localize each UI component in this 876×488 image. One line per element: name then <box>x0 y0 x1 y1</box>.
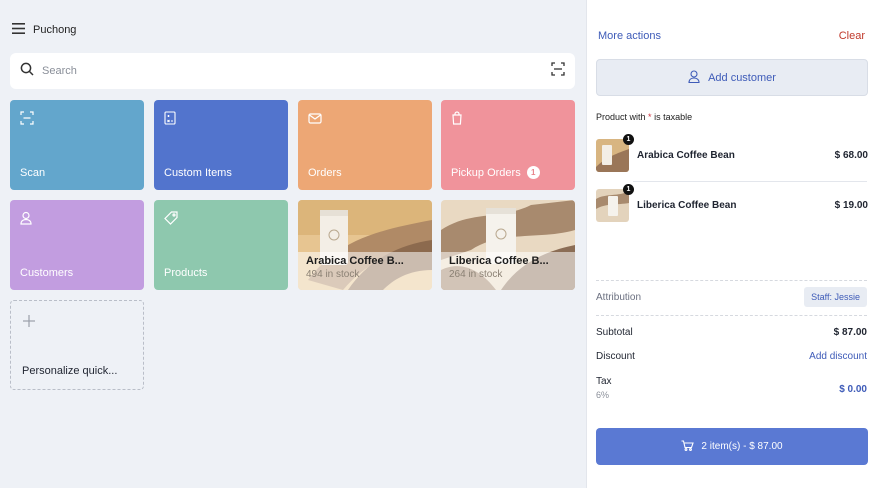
hamburger-menu-icon[interactable] <box>12 21 25 39</box>
tile-customers[interactable]: Customers <box>10 200 144 290</box>
tile-label: Custom Items <box>164 167 232 179</box>
cart-header: More actions Clear <box>598 30 865 42</box>
product-grid-panel: Puchong Search Scan Custom Items Orders <box>0 0 586 488</box>
product-stock: 264 in stock <box>449 269 503 280</box>
search-bar[interactable]: Search <box>10 53 575 89</box>
quantity-badge: 1 <box>623 183 634 195</box>
tile-custom-items[interactable]: Custom Items <box>154 100 288 190</box>
tax-rate: 6% <box>596 390 610 400</box>
attribution-row: Attribution Staff: Jessie <box>596 287 867 307</box>
cart-item[interactable]: 1 Liberica Coffee Bean $ 19.00 <box>596 183 868 225</box>
taxable-note: Product with * is taxable <box>596 112 692 122</box>
cart-item-name: Arabica Coffee Bean <box>637 149 735 161</box>
tile-scan[interactable]: Scan <box>10 100 144 190</box>
tile-label: Pickup Orders <box>451 166 521 179</box>
checkout-label: 2 item(s) - $ 87.00 <box>701 441 783 452</box>
person-icon <box>688 69 700 86</box>
tag-icon <box>164 211 178 230</box>
top-bar: Puchong <box>12 20 76 40</box>
product-name: Arabica Coffee B... <box>306 255 404 267</box>
tax-note-star: * <box>648 112 652 122</box>
product-name: Liberica Coffee B... <box>449 255 549 267</box>
cart-item-name: Liberica Coffee Bean <box>637 199 737 211</box>
cart-icon <box>681 439 695 454</box>
clear-button[interactable]: Clear <box>839 30 865 42</box>
cart-item-price: $ 68.00 <box>834 149 868 161</box>
tax-label: Tax <box>596 376 612 387</box>
plus-icon <box>23 311 35 332</box>
product-tile-liberica[interactable]: Liberica Coffee B... 264 in stock <box>441 200 575 290</box>
tax-note-suffix: is taxable <box>654 112 693 122</box>
subtotal-row: Subtotal $ 87.00 <box>596 327 867 338</box>
person-icon <box>20 211 32 230</box>
tile-products[interactable]: Products <box>154 200 288 290</box>
search-input[interactable]: Search <box>42 65 551 77</box>
section-divider <box>596 280 867 281</box>
checkout-button[interactable]: 2 item(s) - $ 87.00 <box>596 428 868 465</box>
attribution-label: Attribution <box>596 291 642 303</box>
barcode-scan-icon[interactable] <box>551 61 565 81</box>
pickup-count-badge: 1 <box>526 166 540 179</box>
product-tile-arabica[interactable]: Arabica Coffee B... 494 in stock <box>298 200 432 290</box>
discount-row: Discount Add discount <box>596 351 867 362</box>
product-thumbnail: 1 <box>596 183 634 222</box>
mail-icon <box>308 111 322 129</box>
section-divider <box>596 315 867 316</box>
add-customer-button[interactable]: Add customer <box>596 59 868 96</box>
bag-icon <box>451 111 463 130</box>
scan-icon <box>20 111 34 130</box>
personalize-label: Personalize quick... <box>22 365 118 377</box>
cart-item-price: $ 19.00 <box>834 199 868 211</box>
add-discount-link[interactable]: Add discount <box>809 351 867 362</box>
tile-label: Customers <box>20 267 74 279</box>
tax-row: Tax 6% $ 0.00 <box>596 376 867 400</box>
tile-label: Scan <box>20 167 46 179</box>
calculator-icon <box>164 111 176 130</box>
cart-panel: More actions Clear Add customer Product … <box>586 0 876 488</box>
item-divider <box>633 181 867 182</box>
subtotal-value: $ 87.00 <box>833 327 867 338</box>
tax-value[interactable]: $ 0.00 <box>839 384 867 395</box>
personalize-quick-tile[interactable]: Personalize quick... <box>10 300 144 390</box>
search-icon <box>20 62 34 81</box>
quantity-badge: 1 <box>623 133 634 145</box>
tax-label-group: Tax 6% <box>596 376 612 400</box>
product-thumbnail: 1 <box>596 133 634 172</box>
tile-label: Orders <box>308 167 342 179</box>
more-actions-button[interactable]: More actions <box>598 30 661 42</box>
product-stock: 494 in stock <box>306 269 360 280</box>
tile-orders[interactable]: Orders <box>298 100 432 190</box>
tile-label: Products <box>164 267 208 279</box>
tax-note-prefix: Product with <box>596 112 646 122</box>
subtotal-label: Subtotal <box>596 327 633 338</box>
staff-chip[interactable]: Staff: Jessie <box>804 287 867 307</box>
cart-item[interactable]: 1 Arabica Coffee Bean $ 68.00 <box>596 133 868 175</box>
store-name[interactable]: Puchong <box>33 24 76 36</box>
tile-pickup-orders[interactable]: Pickup Orders 1 <box>441 100 575 190</box>
tile-label-with-badge: Pickup Orders 1 <box>451 166 540 179</box>
discount-label: Discount <box>596 351 635 362</box>
add-customer-label: Add customer <box>708 71 776 84</box>
